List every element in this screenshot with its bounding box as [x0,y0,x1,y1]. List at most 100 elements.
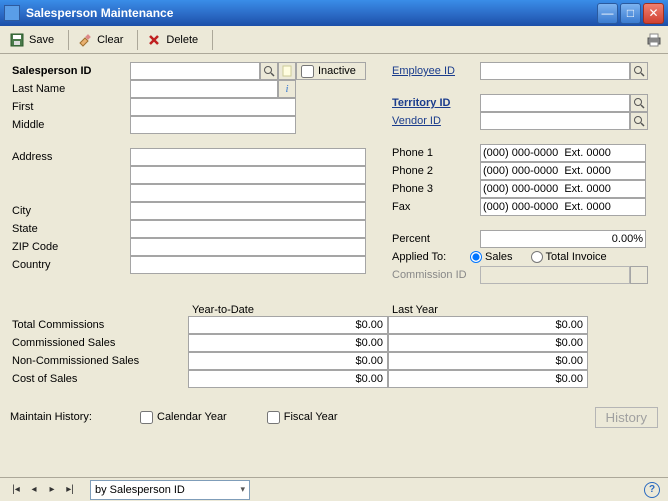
nav-last-button[interactable]: ▸| [62,482,78,498]
vendor-id-link[interactable]: Vendor ID [390,115,480,127]
help-button[interactable]: ? [644,482,660,498]
last-name-label: Last Name [10,83,130,95]
non-commissioned-sales-ytd[interactable]: $0.00 [188,352,388,370]
cost-of-sales-ly[interactable]: $0.00 [388,370,588,388]
territory-id-link[interactable]: Territory ID [390,97,480,109]
non-commissioned-sales-ly[interactable]: $0.00 [388,352,588,370]
commissioned-sales-label: Commissioned Sales [10,334,188,352]
footer: |◂ ◂ ▸ ▸| by Salesperson ID ▾ ? [0,477,668,501]
cost-of-sales-ytd[interactable]: $0.00 [188,370,388,388]
search-icon [633,97,645,109]
info-button[interactable]: i [278,80,296,98]
save-icon [9,32,25,48]
fax-field[interactable] [480,198,646,216]
inactive-label: Inactive [318,65,356,77]
commission-id-lookup [630,266,648,284]
zip-field[interactable] [130,238,366,256]
fax-label: Fax [390,201,480,213]
total-commissions-ly[interactable]: $0.00 [388,316,588,334]
percent-field[interactable] [480,230,646,248]
maintain-history-label: Maintain History: [10,411,138,423]
non-commissioned-sales-row: Non-Commissioned Sales $0.00 $0.00 [10,352,658,370]
address-label: Address [10,151,130,163]
clear-button[interactable]: Clear [72,29,132,51]
sort-by-dropdown[interactable]: by Salesperson ID ▾ [90,480,250,500]
commission-id-label: Commission ID [390,269,480,281]
maximize-button[interactable]: □ [620,3,641,24]
vendor-id-lookup[interactable] [630,112,648,130]
fiscal-year-checkbox[interactable] [267,411,280,424]
commissioned-sales-ly[interactable]: $0.00 [388,334,588,352]
state-label: State [10,223,130,235]
inactive-checkbox[interactable] [301,65,314,78]
print-button[interactable] [644,30,664,50]
total-commissions-label: Total Commissions [10,316,188,334]
delete-button[interactable]: Delete [141,29,207,51]
phone3-field[interactable] [480,180,646,198]
address1-field[interactable] [130,148,366,166]
salesperson-id-note[interactable] [278,62,296,80]
nav-first-button[interactable]: |◂ [8,482,24,498]
applied-sales-label: Sales [485,251,513,263]
percent-label: Percent [390,233,480,245]
total-commissions-ytd[interactable]: $0.00 [188,316,388,334]
titlebar: Salesperson Maintenance — □ ✕ [0,0,668,26]
phone3-label: Phone 3 [390,183,480,195]
applied-to-label: Applied To: [390,251,462,263]
zip-label: ZIP Code [10,241,130,253]
inactive-container: Inactive [296,62,366,80]
ytd-header: Year-to-Date [188,304,388,316]
delete-label: Delete [166,34,198,46]
last-name-field[interactable] [130,80,278,98]
employee-id-lookup[interactable] [630,62,648,80]
toolbar: Save Clear Delete [0,26,668,54]
nav-prev-button[interactable]: ◂ [26,482,42,498]
nav-next-button[interactable]: ▸ [44,482,60,498]
employee-id-field[interactable] [480,62,630,80]
calendar-year-checkbox[interactable] [140,411,153,424]
salesperson-id-lookup[interactable] [260,62,278,80]
applied-total-invoice-label: Total Invoice [546,251,607,263]
applied-total-invoice-radio[interactable] [531,251,543,263]
first-field[interactable] [130,98,296,116]
middle-label: Middle [10,119,130,131]
calendar-year-label: Calendar Year [157,411,227,423]
city-field[interactable] [130,202,366,220]
phone1-label: Phone 1 [390,147,480,159]
last-year-header: Last Year [388,304,588,316]
address3-field[interactable] [130,184,366,202]
city-label: City [10,205,130,217]
chevron-down-icon: ▾ [240,484,245,495]
window-title: Salesperson Maintenance [26,6,597,20]
save-button[interactable]: Save [4,29,63,51]
address2-field[interactable] [130,166,366,184]
salesperson-id-field[interactable] [130,62,260,80]
commissioned-sales-ytd[interactable]: $0.00 [188,334,388,352]
info-icon: i [285,83,288,95]
delete-icon [146,32,162,48]
note-icon [281,65,293,77]
help-icon: ? [649,484,655,495]
territory-id-field[interactable] [480,94,630,112]
save-label: Save [29,34,54,46]
phone1-field[interactable] [480,144,646,162]
sort-by-value: by Salesperson ID [95,484,185,496]
territory-id-lookup[interactable] [630,94,648,112]
first-label: First [10,101,130,113]
commission-id-field [480,266,630,284]
close-button[interactable]: ✕ [643,3,664,24]
vendor-id-field[interactable] [480,112,630,130]
search-icon [633,115,645,127]
clear-icon [77,32,93,48]
state-field[interactable] [130,220,366,238]
applied-sales-radio[interactable] [470,251,482,263]
phone2-field[interactable] [480,162,646,180]
middle-field[interactable] [130,116,296,134]
history-button: History [595,407,658,428]
total-commissions-row: Total Commissions $0.00 $0.00 [10,316,658,334]
non-commissioned-sales-label: Non-Commissioned Sales [10,352,188,370]
totals-header: Year-to-Date Last Year [10,304,658,316]
employee-id-link[interactable]: Employee ID [390,65,480,77]
country-field[interactable] [130,256,366,274]
minimize-button[interactable]: — [597,3,618,24]
